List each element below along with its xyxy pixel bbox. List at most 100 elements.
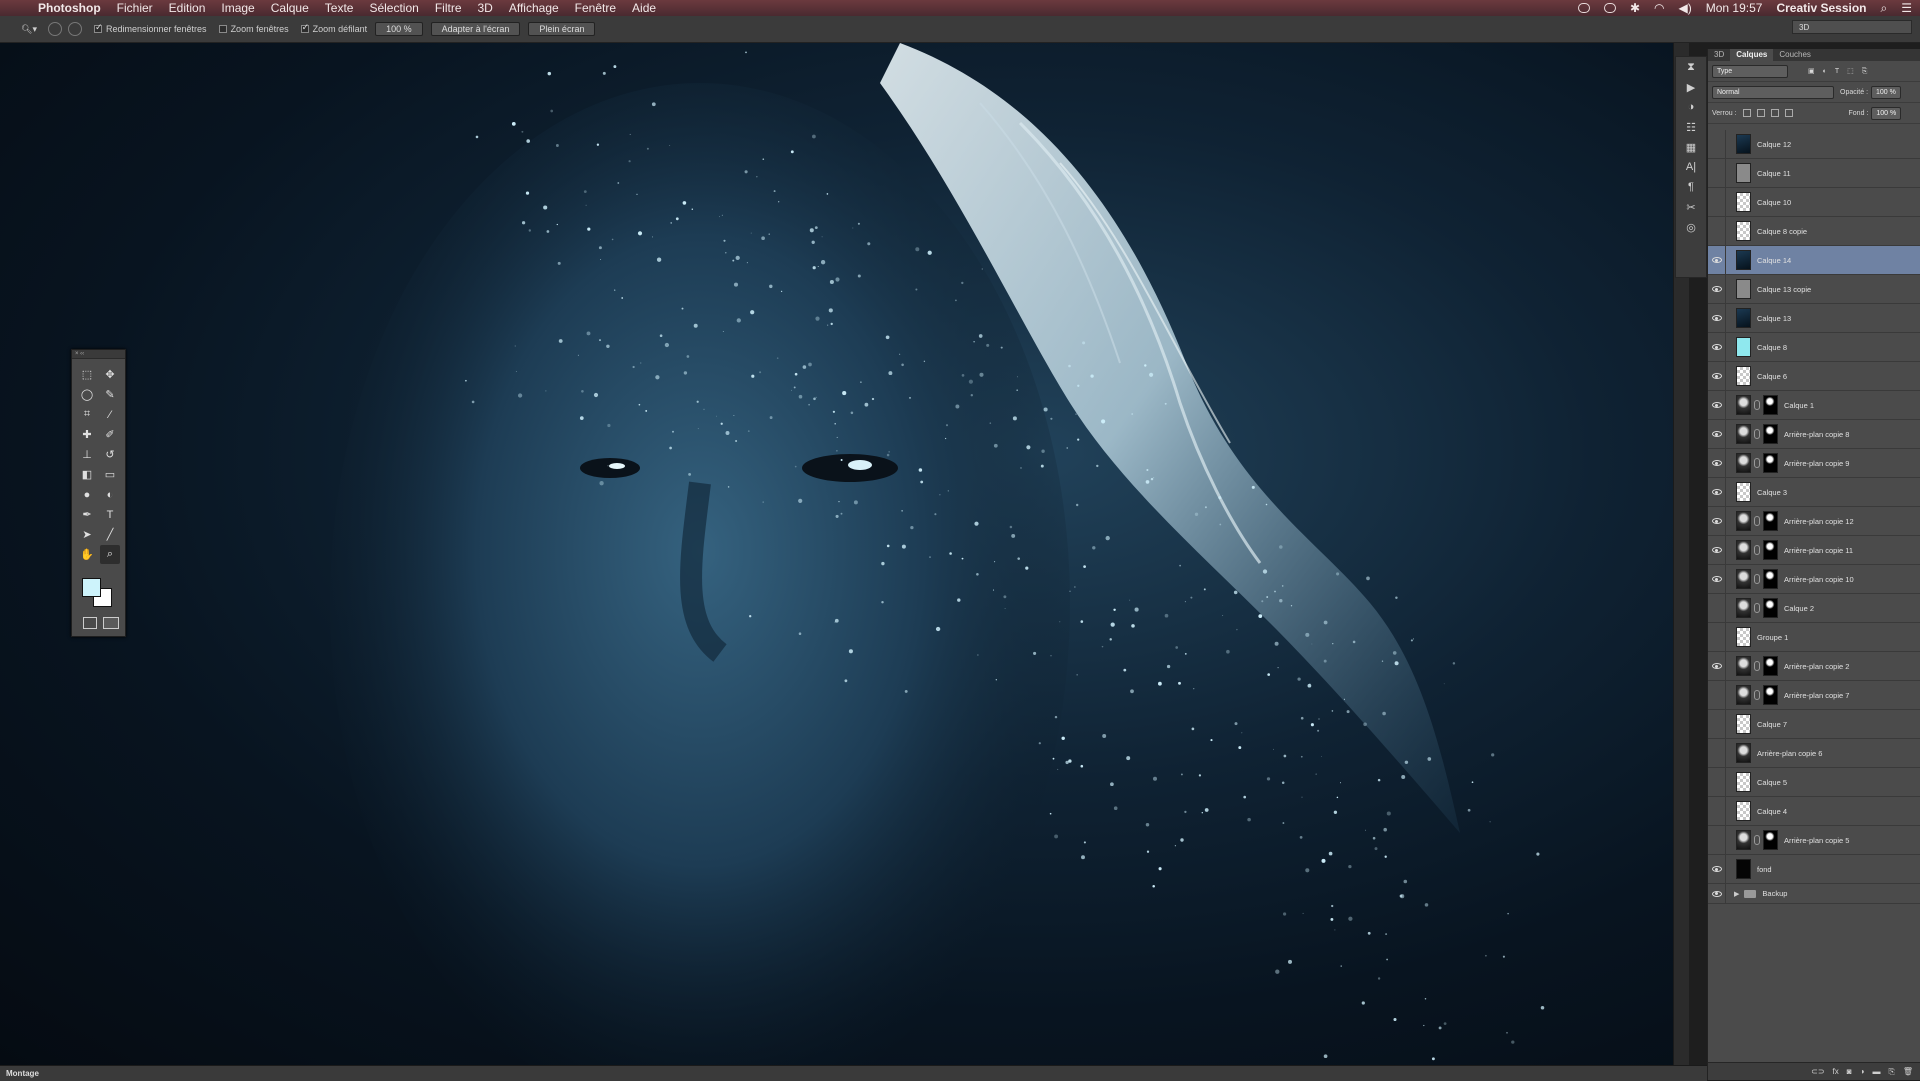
visibility-toggle[interactable] xyxy=(1708,420,1726,448)
layer-row[interactable]: Groupe 1 xyxy=(1708,623,1920,652)
layer-filter-select[interactable]: Type xyxy=(1712,64,1788,78)
menu-fichier[interactable]: Fichier xyxy=(117,1,153,15)
layer-thumbnail[interactable] xyxy=(1736,656,1751,676)
crop-tool-icon[interactable]: ⌗ xyxy=(77,405,97,424)
layer-mask-thumbnail[interactable] xyxy=(1763,453,1778,473)
layer-row[interactable]: Calque 3 xyxy=(1708,478,1920,507)
creative-cloud-icon[interactable] xyxy=(1577,3,1590,13)
document-canvas[interactable] xyxy=(0,43,1673,1065)
visibility-toggle[interactable] xyxy=(1708,304,1726,332)
zoom-out-icon[interactable] xyxy=(68,22,82,36)
link-chain-icon[interactable] xyxy=(1754,516,1760,526)
zoom-windows-checkbox[interactable] xyxy=(218,25,227,33)
layer-thumbnail[interactable] xyxy=(1736,540,1751,560)
layer-thumbnail[interactable] xyxy=(1736,714,1751,734)
actions-panel-icon[interactable]: ▶ xyxy=(1676,77,1706,97)
layer-row[interactable]: Arrière-plan copie 6 xyxy=(1708,739,1920,768)
visibility-toggle[interactable] xyxy=(1708,333,1726,361)
visibility-toggle[interactable] xyxy=(1708,188,1726,216)
spotlight-icon[interactable]: ⌕ xyxy=(1881,1,1888,16)
healing-brush-tool-icon[interactable]: ✚ xyxy=(77,425,97,444)
layer-comps-icon[interactable]: ▦ xyxy=(1676,137,1706,157)
quick-selection-tool-icon[interactable]: ✎ xyxy=(100,385,120,404)
layer-row[interactable]: Calque 11 xyxy=(1708,159,1920,188)
visibility-toggle[interactable] xyxy=(1708,739,1726,767)
layer-thumbnail[interactable] xyxy=(1736,163,1751,183)
visibility-toggle[interactable] xyxy=(1708,797,1726,825)
layer-thumbnail[interactable] xyxy=(1736,424,1751,444)
clock[interactable]: Mon 19:57 xyxy=(1706,1,1763,15)
layer-row[interactable]: Calque 13 copie xyxy=(1708,275,1920,304)
brushes-panel-icon[interactable]: ◎ xyxy=(1676,217,1706,237)
fit-screen-button[interactable]: Adapter à l'écran xyxy=(430,22,521,36)
layer-mask-thumbnail[interactable] xyxy=(1763,656,1778,676)
add-mask-icon[interactable]: ◙ xyxy=(1847,1067,1852,1076)
layer-thumbnail[interactable] xyxy=(1736,308,1751,328)
visibility-toggle[interactable] xyxy=(1708,768,1726,796)
menu-image[interactable]: Image xyxy=(221,1,254,15)
layer-row[interactable]: Arrière-plan copie 9 xyxy=(1708,449,1920,478)
layer-row[interactable]: Arrière-plan copie 10 xyxy=(1708,565,1920,594)
link-chain-icon[interactable] xyxy=(1754,545,1760,555)
eyedropper-tool-icon[interactable]: ⁄ xyxy=(100,405,120,424)
layer-row[interactable]: Calque 13 xyxy=(1708,304,1920,333)
layer-row[interactable]: Calque 6 xyxy=(1708,362,1920,391)
menu-aide[interactable]: Aide xyxy=(632,1,656,15)
link-chain-icon[interactable] xyxy=(1754,603,1760,613)
user-session[interactable]: Creativ Session xyxy=(1776,1,1866,15)
scrubby-zoom-checkbox[interactable] xyxy=(300,25,309,33)
layer-thumbnail[interactable] xyxy=(1736,743,1751,763)
layer-mask-thumbnail[interactable] xyxy=(1763,830,1778,850)
layer-mask-thumbnail[interactable] xyxy=(1763,511,1778,531)
tab-calques[interactable]: Calques xyxy=(1730,49,1774,61)
visibility-toggle[interactable] xyxy=(1708,623,1726,651)
marquee-tool-icon[interactable]: ⬚ xyxy=(77,365,97,384)
brush-tool-icon[interactable]: ✐ xyxy=(100,425,120,444)
adjustments-panel-icon[interactable]: ◑ xyxy=(1676,97,1706,117)
visibility-toggle[interactable] xyxy=(1708,275,1726,303)
layer-thumbnail[interactable] xyxy=(1736,192,1751,212)
delete-layer-icon[interactable]: 🗑︎ xyxy=(1903,1067,1913,1076)
type-tool-icon[interactable]: T xyxy=(100,505,120,524)
layer-mask-thumbnail[interactable] xyxy=(1763,540,1778,560)
visibility-toggle[interactable] xyxy=(1708,681,1726,709)
link-chain-icon[interactable] xyxy=(1754,429,1760,439)
layer-row[interactable]: Arrière-plan copie 11 xyxy=(1708,536,1920,565)
layer-thumbnail[interactable] xyxy=(1736,627,1751,647)
layer-mask-thumbnail[interactable] xyxy=(1763,598,1778,618)
visibility-toggle[interactable] xyxy=(1708,594,1726,622)
menu-edition[interactable]: Edition xyxy=(169,1,206,15)
hand-tool-icon[interactable]: ✋ xyxy=(77,545,97,564)
lock-all-icon[interactable] xyxy=(1784,109,1793,117)
menu-selection[interactable]: Sélection xyxy=(369,1,418,15)
quick-mask-icon[interactable] xyxy=(83,617,97,629)
eraser-tool-icon[interactable]: ◧ xyxy=(77,465,97,484)
visibility-toggle[interactable] xyxy=(1708,130,1726,158)
expand-arrow-icon[interactable]: ▶ xyxy=(1734,890,1739,898)
visibility-toggle[interactable] xyxy=(1708,826,1726,854)
layer-row[interactable]: Arrière-plan copie 5 xyxy=(1708,826,1920,855)
new-layer-icon[interactable]: ⎘ xyxy=(1888,1067,1894,1077)
layer-group-row[interactable]: ▶ Backup xyxy=(1708,884,1920,904)
layer-thumbnail[interactable] xyxy=(1736,134,1751,154)
layer-thumbnail[interactable] xyxy=(1736,859,1751,879)
time-machine-icon[interactable] xyxy=(1603,3,1616,13)
zoom-tool-icon[interactable]: ⌕ xyxy=(100,545,120,564)
layer-thumbnail[interactable] xyxy=(1736,221,1751,241)
screen-mode-icon[interactable] xyxy=(103,617,119,629)
tab-couches[interactable]: Couches xyxy=(1773,49,1817,61)
visibility-toggle[interactable] xyxy=(1708,391,1726,419)
menu-fenetre[interactable]: Fenêtre xyxy=(575,1,616,15)
layer-row[interactable]: fond xyxy=(1708,855,1920,884)
visibility-toggle[interactable] xyxy=(1708,536,1726,564)
layer-thumbnail[interactable] xyxy=(1736,395,1751,415)
layer-thumbnail[interactable] xyxy=(1736,685,1751,705)
visibility-toggle[interactable] xyxy=(1708,449,1726,477)
menu-affichage[interactable]: Affichage xyxy=(509,1,559,15)
filter-type-icons[interactable]: ▣◐T⬚⎘ xyxy=(1808,67,1875,76)
line-tool-icon[interactable]: ╱ xyxy=(100,525,120,544)
visibility-toggle[interactable] xyxy=(1708,507,1726,535)
layer-row[interactable]: Calque 7 xyxy=(1708,710,1920,739)
link-chain-icon[interactable] xyxy=(1754,458,1760,468)
layer-mask-thumbnail[interactable] xyxy=(1763,569,1778,589)
